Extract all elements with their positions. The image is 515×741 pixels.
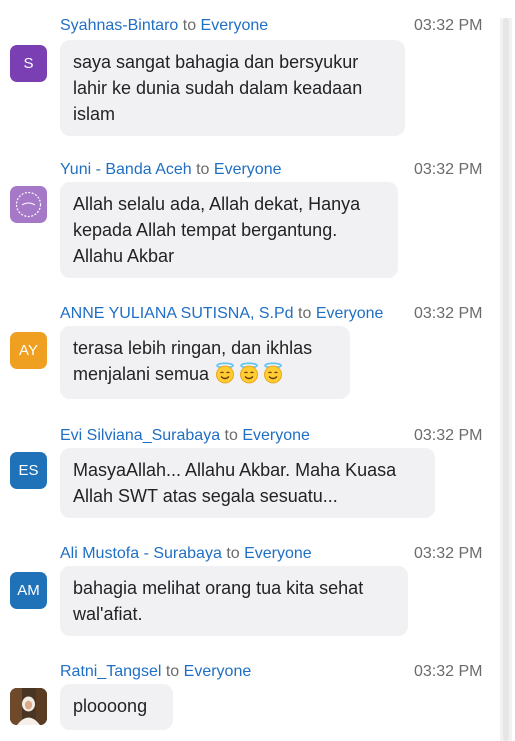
avatar	[10, 688, 47, 725]
scrollbar-thumb[interactable]	[503, 18, 509, 741]
sender-name[interactable]: Syahnas-Bintaro	[60, 17, 178, 34]
to-label: to	[298, 305, 312, 322]
message-line: Allah selalu ada, Allah dekat, Hanya	[73, 194, 361, 214]
message-line: wal'afiat.	[73, 604, 143, 624]
smiling-face-with-halo-icon	[240, 362, 258, 384]
sender-name[interactable]: ANNE YULIANA SUTISNA, S.Pd	[60, 305, 294, 322]
message-line: islam	[73, 104, 116, 124]
recipient-name[interactable]: Everyone	[316, 305, 384, 322]
message-line: menjalani semua	[73, 361, 336, 387]
message-line: terasa lebih ringan, dan ikhlas	[73, 338, 313, 358]
message-line: lahir ke dunia sudah dalam keadaan	[73, 78, 363, 98]
avatar: AY	[10, 332, 47, 369]
avatar-wreath-icon	[15, 191, 42, 218]
avatar-initials: AY	[19, 342, 38, 359]
message-bubble: ploooong	[60, 684, 173, 730]
sender-name[interactable]: Yuni - Banda Aceh	[60, 161, 192, 178]
message-time: 03:32 PM	[414, 161, 483, 178]
sender-name[interactable]: Evi Silviana_Surabaya	[60, 427, 220, 444]
message-header: Syahnas-Bintaro to Everyone	[60, 16, 268, 36]
message-time: 03:32 PM	[414, 663, 483, 680]
message-bubble: terasa lebih ringan, dan ikhlas menjalan…	[60, 326, 350, 399]
avatar-initials: S	[23, 55, 34, 72]
avatar-initials: AM	[17, 582, 40, 599]
message-time: 03:32 PM	[414, 305, 483, 322]
to-label: to	[182, 17, 197, 34]
message-header: ANNE YULIANA SUTISNA, S.Pd to Everyone	[60, 304, 383, 324]
message-line: bahagia melihat orang tua kita sehat	[73, 578, 364, 598]
to-label: to	[196, 161, 210, 178]
message-line: ploooong	[73, 696, 148, 716]
recipient-name[interactable]: Everyone	[244, 545, 312, 562]
avatar: AM	[10, 572, 47, 609]
smiling-face-with-halo-icon	[264, 362, 282, 384]
message-line: MasyaAllah... Allahu Akbar. Maha Kuasa	[73, 460, 397, 480]
smiling-face-with-halo-icon	[216, 362, 234, 384]
message-bubble: Allah selalu ada, Allah dekat, Hanya kep…	[60, 182, 398, 278]
avatar: ES	[10, 452, 47, 489]
scrollbar[interactable]	[500, 18, 512, 741]
emoji-group	[214, 362, 286, 384]
message-header: Yuni - Banda Aceh to Everyone	[60, 160, 282, 180]
message-bubble: bahagia melihat orang tua kita sehat wal…	[60, 566, 408, 636]
message-line: Allah SWT atas segala sesuatu...	[73, 486, 338, 506]
avatar	[10, 186, 47, 223]
avatar: S	[10, 45, 47, 82]
message-time: 03:32 PM	[414, 17, 483, 34]
message-line: Allahu Akbar	[73, 246, 175, 266]
sender-name[interactable]: Ratni_Tangsel	[60, 663, 161, 680]
message-time: 03:32 PM	[414, 545, 483, 562]
message-line: saya sangat bahagia dan bersyukur	[73, 52, 359, 72]
message-line-text: menjalani semua	[73, 364, 210, 384]
message-bubble: saya sangat bahagia dan bersyukur lahir …	[60, 40, 405, 136]
message-line: kepada Allah tempat bergantung.	[73, 220, 338, 240]
message-header: Ali Mustofa - Surabaya to Everyone	[60, 544, 312, 564]
message-bubble: MasyaAllah... Allahu Akbar. Maha Kuasa A…	[60, 448, 435, 518]
person-photo-icon	[10, 688, 47, 725]
recipient-name[interactable]: Everyone	[184, 663, 252, 680]
to-label: to	[224, 427, 238, 444]
message-header: Ratni_Tangsel to Everyone	[60, 662, 251, 682]
recipient-name[interactable]: Everyone	[214, 161, 282, 178]
to-label: to	[226, 545, 240, 562]
recipient-name[interactable]: Everyone	[242, 427, 310, 444]
chat-panel: Syahnas-Bintaro to Everyone 03:32 PM S s…	[0, 0, 515, 741]
message-header: Evi Silviana_Surabaya to Everyone	[60, 426, 310, 446]
to-label: to	[165, 663, 180, 680]
avatar-initials: ES	[18, 462, 39, 479]
sender-name[interactable]: Ali Mustofa - Surabaya	[60, 545, 222, 562]
recipient-name[interactable]: Everyone	[201, 17, 269, 34]
message-time: 03:32 PM	[414, 427, 483, 444]
